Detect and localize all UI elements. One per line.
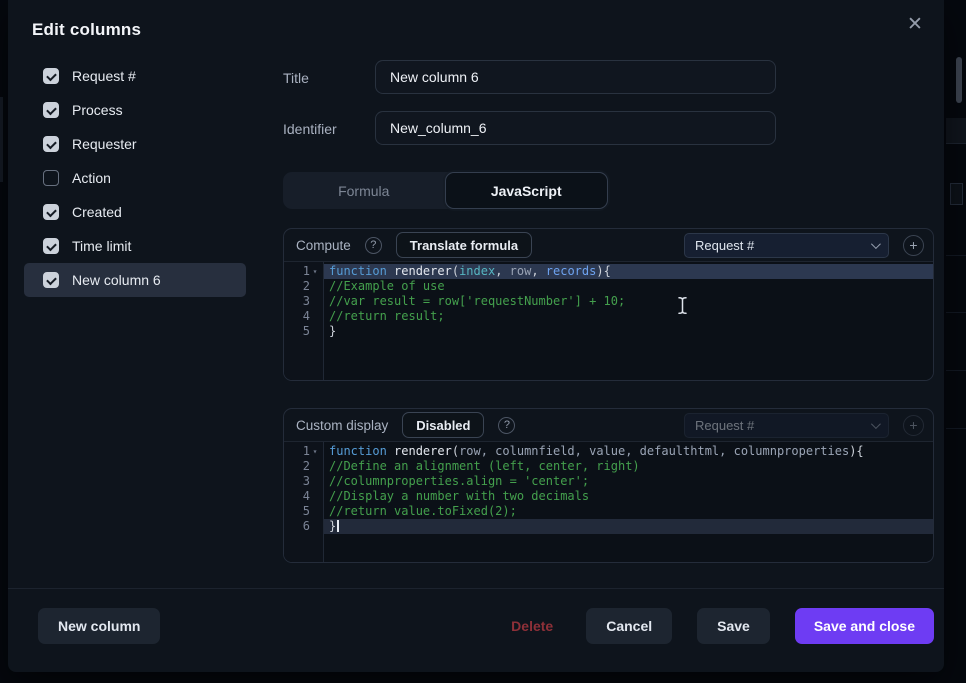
title-label: Title [283,70,309,86]
compute-field-dropdown[interactable]: Request # [684,233,889,258]
tab-javascript[interactable]: JavaScript [445,172,609,209]
checkbox-time-limit[interactable] [43,238,59,254]
help-icon[interactable]: ? [365,237,382,254]
tab-formula[interactable]: Formula [283,172,445,209]
sidebar-item-time-limit[interactable]: Time limit [24,229,246,263]
column-list: Request # Process Requester Action Creat… [24,59,246,297]
sidebar-item-label: Time limit [72,238,131,254]
identifier-input[interactable] [375,111,776,145]
help-icon[interactable]: ? [498,417,515,434]
custom-display-code-lines[interactable]: 1▾function renderer(row, columnfield, va… [284,444,933,534]
page-title: Edit columns [32,20,141,40]
compute-label: Compute [296,238,351,253]
translate-formula-button[interactable]: Translate formula [396,232,532,258]
compute-code-lines[interactable]: 1▾function renderer(index, row, records)… [284,264,933,339]
sidebar-item-label: Process [72,102,123,118]
close-icon[interactable]: ✕ [902,12,928,38]
scrollbar-thumb[interactable] [956,57,962,103]
background-fragment [0,97,3,182]
sidebar-item-label: Created [72,204,122,220]
chevron-down-icon [871,239,881,249]
sidebar-item-new-column-6[interactable]: New column 6 [24,263,246,297]
dropdown-value: Request # [695,418,754,433]
checkbox-new-column-6[interactable] [43,272,59,288]
background-divider [946,255,966,256]
custom-display-code-editor[interactable]: 1▾function renderer(row, columnfield, va… [284,441,933,562]
background-divider [946,312,966,313]
sidebar-item-action[interactable]: Action [24,161,246,195]
chevron-down-icon [871,419,881,429]
compute-panel: Compute ? Translate formula Request # + … [283,228,934,381]
background-fragment [950,183,963,205]
checkbox-created[interactable] [43,204,59,220]
add-field-icon[interactable]: + [903,415,924,436]
sidebar-item-request[interactable]: Request # [24,59,246,93]
background-divider [946,428,966,429]
sidebar-item-label: Action [72,170,111,186]
save-button[interactable]: Save [697,608,770,644]
cancel-button[interactable]: Cancel [586,608,672,644]
footer-actions: Delete Cancel Save Save and close [503,608,934,644]
sidebar-item-label: Request # [72,68,136,84]
formula-js-tabs: Formula JavaScript [283,172,608,209]
title-input[interactable] [375,60,776,94]
identifier-label: Identifier [283,121,337,137]
dropdown-value: Request # [695,238,754,253]
background-page-right-edge [944,0,966,683]
sidebar-item-process[interactable]: Process [24,93,246,127]
save-and-close-button[interactable]: Save and close [795,608,934,644]
compute-code-editor[interactable]: 1▾function renderer(index, row, records)… [284,261,933,380]
background-page-left-edge [0,0,8,683]
new-column-button[interactable]: New column [38,608,160,644]
checkbox-process[interactable] [43,102,59,118]
sidebar-item-label: New column 6 [72,272,161,288]
checkbox-request[interactable] [43,68,59,84]
sidebar-item-created[interactable]: Created [24,195,246,229]
sidebar-item-requester[interactable]: Requester [24,127,246,161]
custom-display-panel: Custom display Disabled ? Request # + 1▾… [283,408,934,563]
delete-button[interactable]: Delete [503,618,561,634]
background-divider [946,370,966,371]
edit-columns-modal: Edit columns ✕ Request # Process Request… [8,0,944,672]
custom-display-header: Custom display Disabled ? Request # + [284,409,933,441]
checkbox-action[interactable] [43,170,59,186]
modal-footer: New column Delete Cancel Save Save and c… [8,588,944,672]
background-fragment [946,118,966,144]
disabled-toggle-button[interactable]: Disabled [402,412,484,438]
background-page-bottom-edge [0,672,966,683]
sidebar-item-label: Requester [72,136,137,152]
compute-header: Compute ? Translate formula Request # + [284,229,933,261]
checkbox-requester[interactable] [43,136,59,152]
custom-display-label: Custom display [296,418,388,433]
custom-display-field-dropdown[interactable]: Request # [684,413,889,438]
add-field-icon[interactable]: + [903,235,924,256]
